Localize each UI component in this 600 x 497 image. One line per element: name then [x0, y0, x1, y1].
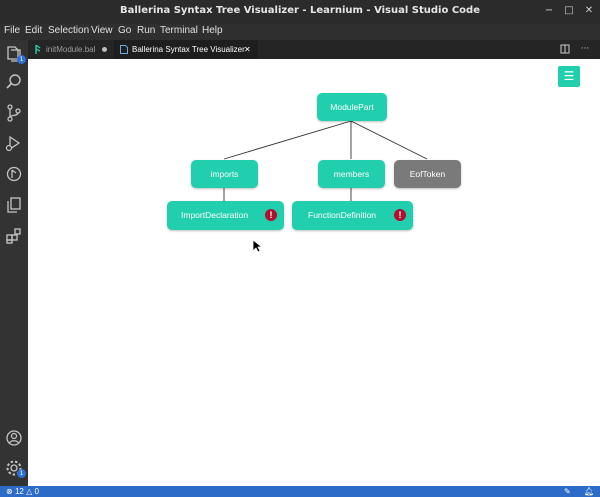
extensions-icon[interactable] [4, 226, 24, 246]
tree-edges [223, 120, 428, 201]
ballerina-file-icon [35, 45, 41, 54]
node-functiondefinition[interactable]: FunctionDefinition ! [292, 201, 413, 230]
menu-run[interactable]: Run [137, 25, 155, 36]
ballerina-icon[interactable] [4, 164, 24, 184]
menu-help[interactable]: Help [202, 25, 223, 36]
settings-badge: 1 [17, 469, 26, 478]
account-icon[interactable] [4, 428, 24, 448]
tab-syntax-tree-visualizer[interactable]: Ballerina Syntax Tree Visualizer ✕ [114, 40, 258, 59]
maximize-button[interactable]: □ [562, 4, 576, 18]
menu-go[interactable]: Go [118, 25, 131, 36]
notifications-icon[interactable]: 🔔︎ [584, 486, 594, 497]
menu-bar: File Edit Selection View Go Run Terminal… [0, 24, 600, 40]
edge-root-eof [350, 120, 428, 160]
node-members[interactable]: members [318, 160, 385, 188]
close-window-button[interactable]: ✕ [582, 4, 596, 18]
visualizer-menu-button[interactable]: ☰ [558, 66, 580, 87]
node-label: imports [210, 169, 239, 179]
source-control-icon[interactable] [4, 103, 24, 123]
minimize-button[interactable]: − [542, 4, 556, 18]
activity-bar: 1 1 [0, 40, 28, 486]
menu-terminal[interactable]: Terminal [160, 25, 198, 36]
explorer-badge: 1 [17, 55, 26, 64]
edge-root-imports [223, 120, 352, 160]
error-count: 12 [14, 487, 24, 496]
run-debug-icon[interactable] [4, 133, 24, 153]
file-icon [120, 45, 128, 54]
node-importdeclaration[interactable]: ImportDeclaration ! [167, 201, 284, 230]
menu-selection[interactable]: Selection [48, 25, 89, 36]
settings-gear-icon[interactable]: 1 [4, 458, 26, 478]
node-imports[interactable]: imports [191, 160, 258, 188]
more-actions-icon[interactable]: ··· [578, 42, 592, 56]
feedback-icon[interactable]: ✎ [564, 486, 571, 497]
tab-bar: initModule.bal Ballerina Syntax Tree Vis… [28, 40, 600, 59]
warning-count: 0 [34, 487, 39, 496]
copy-icon[interactable] [4, 195, 24, 215]
syntax-tree-visualizer: ☰ ModulePart imports members EofToken Im… [28, 59, 600, 486]
tab-label: initModule.bal [46, 45, 96, 54]
menu-file[interactable]: File [4, 25, 20, 36]
menu-view[interactable]: View [91, 25, 113, 36]
node-modulepart[interactable]: ModulePart [317, 93, 387, 121]
node-label: members [333, 169, 370, 179]
title-bar: Ballerina Syntax Tree Visualizer - Learn… [0, 0, 600, 24]
mouse-cursor-icon [252, 239, 262, 253]
split-editor-icon[interactable] [558, 42, 572, 56]
status-bar: ⊗ 12 △ 0 ✎ 🔔︎ [0, 486, 600, 497]
error-icon: ⊗ [6, 487, 13, 496]
unsaved-dot-icon [102, 47, 107, 52]
node-eoftoken[interactable]: EofToken [394, 160, 461, 188]
menu-edit[interactable]: Edit [25, 25, 42, 36]
warning-icon[interactable]: ! [265, 209, 277, 221]
node-label: ModulePart [330, 102, 374, 112]
node-label: EofToken [409, 169, 446, 179]
tab-label: Ballerina Syntax Tree Visualizer [132, 45, 245, 54]
window-title: Ballerina Syntax Tree Visualizer - Learn… [120, 5, 480, 16]
warning-icon[interactable]: ! [394, 209, 406, 221]
explorer-icon[interactable]: 1 [4, 44, 26, 64]
warning-triangle-icon: △ [26, 487, 33, 496]
search-icon[interactable] [4, 72, 24, 92]
problems-indicator[interactable]: ⊗ 12 △ 0 [6, 486, 39, 497]
tab-initmodule[interactable]: initModule.bal [28, 40, 114, 59]
close-tab-icon[interactable]: ✕ [244, 40, 251, 59]
